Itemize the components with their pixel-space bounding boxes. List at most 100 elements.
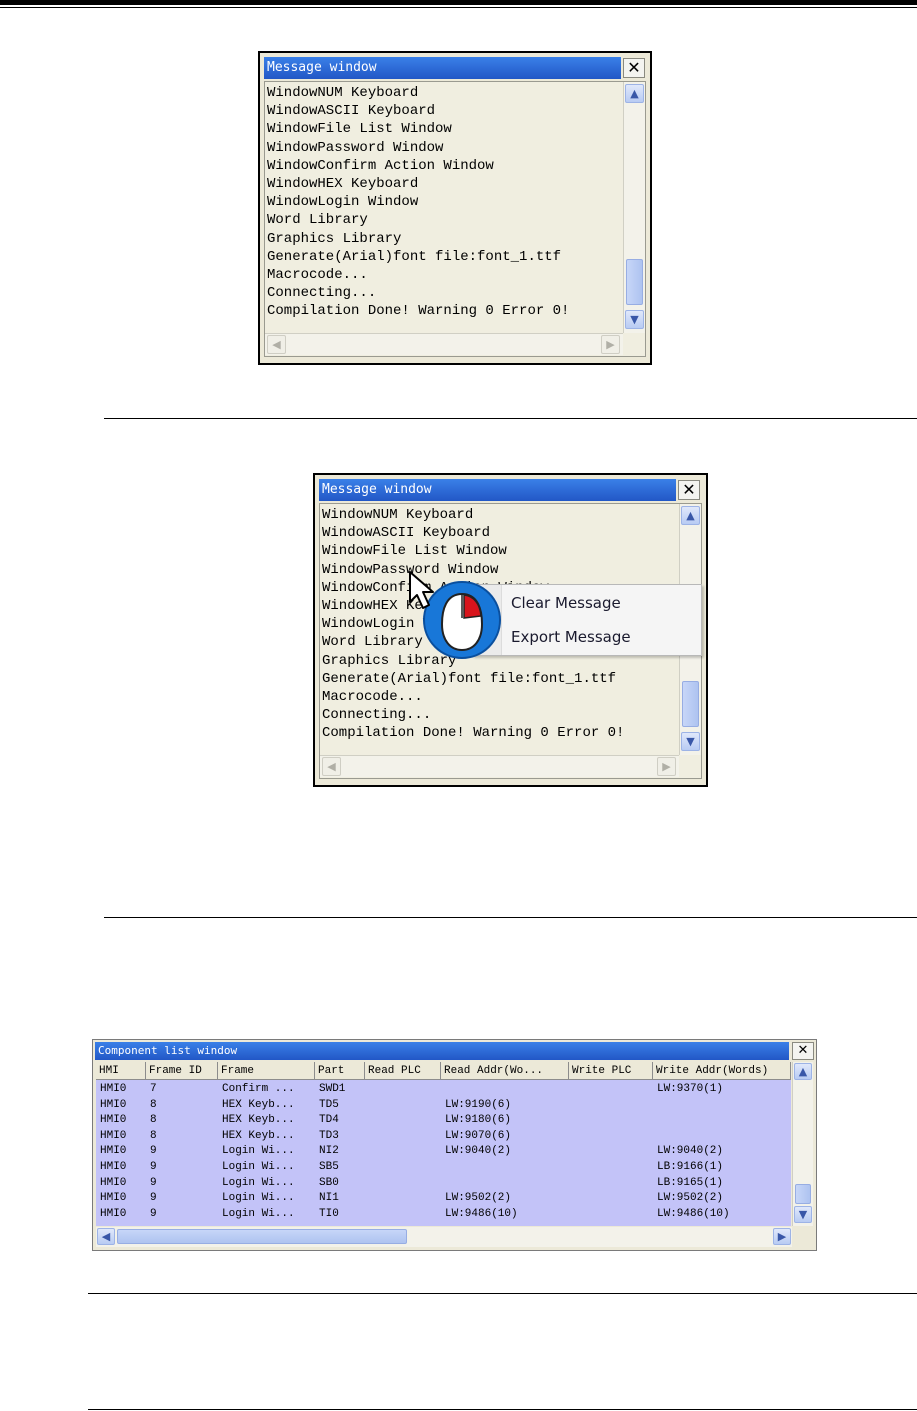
header-rule-thin: [0, 7, 917, 8]
table-cell: HMI0: [100, 1207, 127, 1220]
column-header[interactable]: Read PLC: [365, 1062, 441, 1080]
column-header[interactable]: Frame ID: [146, 1062, 218, 1080]
table-cell: LW:9180(6): [445, 1114, 512, 1127]
column-header[interactable]: Frame: [218, 1062, 315, 1080]
message-line: WindowASCII Keyboard: [267, 103, 436, 120]
scroll-right-button[interactable]: ▶: [657, 757, 676, 776]
chevron-left-icon: ◀: [101, 1230, 111, 1243]
clear-message-menu-item[interactable]: Clear Message: [511, 594, 621, 612]
column-header[interactable]: Write Addr(Words): [653, 1062, 791, 1080]
message-line: WindowFile List Window: [322, 543, 507, 560]
table-cell: 9: [150, 1176, 157, 1189]
grid-header: HMI Frame ID Frame Part Read PLC Read Addr(Wo…: [96, 1062, 791, 1080]
table-cell: HEX Keyb...: [222, 1114, 295, 1127]
section-divider-1: [104, 418, 917, 419]
table-cell: LW:9070(6): [445, 1129, 512, 1142]
scroll-thumb[interactable]: [117, 1229, 407, 1244]
scroll-up-button[interactable]: ▲: [681, 506, 700, 525]
table-cell: SB0: [319, 1176, 339, 1189]
scroll-thumb[interactable]: [795, 1184, 811, 1204]
table-cell: HMI0: [100, 1145, 127, 1158]
mouse-right-click-icon: [409, 571, 501, 659]
horizontal-scrollbar[interactable]: ◀ ▶: [320, 755, 679, 777]
chevron-down-icon: ▼: [686, 735, 695, 748]
scroll-down-button[interactable]: ▼: [681, 732, 700, 751]
scroll-left-button[interactable]: ◀: [97, 1228, 115, 1245]
table-cell: 9: [150, 1192, 157, 1205]
table-row[interactable]: HMI0 9 Login Wi... NI2 LW:9040(2) LW:9040(2): [96, 1144, 791, 1160]
table-cell: 9: [150, 1207, 157, 1220]
table-cell: LW:9190(6): [445, 1098, 512, 1111]
close-icon: ✕: [682, 480, 696, 499]
table-cell: HMI0: [100, 1192, 127, 1205]
table-cell: LB:9165(1): [657, 1176, 724, 1189]
table-row[interactable]: HMI0 9 Login Wi... TI0 LW:9486(10) LW:9486(10…: [96, 1207, 791, 1223]
table-cell: LW:9486(10): [445, 1207, 518, 1220]
scroll-right-button[interactable]: ▶: [601, 335, 620, 354]
section-divider-3: [88, 1293, 917, 1294]
message-line: WindowASCII Keyboard: [322, 525, 491, 542]
table-cell: Login Wi...: [222, 1145, 295, 1158]
component-grid[interactable]: HMI Frame ID Frame Part Read PLC Read Addr(Wo…: [96, 1062, 791, 1226]
chevron-down-icon: ▼: [798, 1208, 808, 1221]
table-cell: NI1: [319, 1192, 339, 1205]
scroll-left-button[interactable]: ◀: [322, 757, 341, 776]
chevron-up-icon: ▲: [686, 509, 695, 522]
scroll-up-button[interactable]: ▲: [794, 1063, 812, 1080]
section-divider-4: [88, 1409, 917, 1410]
table-row[interactable]: HMI0 9 Login Wi... SB0 LB:9165(1): [96, 1176, 791, 1192]
vertical-scrollbar[interactable]: ▲ ▼: [623, 82, 645, 333]
message-line: WindowLogin Window: [267, 194, 419, 211]
scroll-right-button[interactable]: ▶: [773, 1228, 791, 1245]
column-header[interactable]: Part: [315, 1062, 365, 1080]
message-line: Generate(Arial)font file:font_1.ttf: [322, 670, 617, 687]
column-header[interactable]: HMI: [96, 1062, 146, 1080]
table-cell: 8: [150, 1114, 157, 1127]
message-line: WindowConfirm Action Window: [267, 157, 494, 174]
component-list-window: Component list window ✕ HMI Frame ID Frame…: [92, 1039, 817, 1251]
scroll-thumb[interactable]: [682, 681, 699, 727]
table-cell: LW:9040(2): [657, 1145, 724, 1158]
horizontal-scrollbar[interactable]: ◀ ▶: [265, 333, 623, 355]
message-line: WindowNUM Keyboard: [267, 85, 419, 101]
table-cell: Confirm ...: [222, 1083, 295, 1095]
message-list[interactable]: WindowNUM Keyboard WindowASCII Keyboard Wi…: [264, 81, 646, 357]
chevron-right-icon: ▶: [606, 338, 615, 351]
header-rule-thick: [0, 0, 917, 5]
column-header[interactable]: Read Addr(Wo...: [441, 1062, 569, 1080]
table-cell: 9: [150, 1161, 157, 1173]
close-button[interactable]: ✕: [792, 1042, 814, 1060]
message-line: WindowHEX Keyboard: [267, 176, 419, 193]
table-cell: HMI0: [100, 1176, 127, 1189]
table-cell: HMI0: [100, 1114, 127, 1127]
table-cell: HEX Keyb...: [222, 1129, 295, 1142]
table-row[interactable]: HMI0 9 Login Wi... NI1 LW:9502(2) LW:9502(2): [96, 1191, 791, 1207]
export-message-menu-item[interactable]: Export Message: [511, 628, 631, 646]
message-window-title: Message window: [319, 479, 676, 501]
horizontal-scrollbar[interactable]: ◀ ▶: [96, 1227, 792, 1247]
table-cell: HMI0: [100, 1083, 127, 1095]
table-row[interactable]: HMI0 7 Confirm ... SWD1 LW:9370(1): [96, 1082, 791, 1098]
table-row[interactable]: HMI0 8 HEX Keyb... TD4 LW:9180(6): [96, 1113, 791, 1129]
message-line: Connecting...: [322, 707, 432, 724]
scroll-down-button[interactable]: ▼: [794, 1206, 812, 1223]
vertical-scrollbar[interactable]: ▲ ▼: [792, 1062, 813, 1226]
scroll-thumb[interactable]: [626, 259, 643, 305]
chevron-up-icon: ▲: [630, 87, 639, 100]
close-button[interactable]: ✕: [678, 480, 700, 500]
scroll-up-button[interactable]: ▲: [625, 84, 644, 103]
close-icon: ✕: [627, 58, 641, 77]
column-header[interactable]: Write PLC: [569, 1062, 653, 1080]
component-list-title: Component list window: [95, 1042, 789, 1060]
table-row[interactable]: HMI0 9 Login Wi... SB5 LB:9166(1): [96, 1160, 791, 1176]
message-window-1: Message window ✕ WindowNUM Keyboard Windo…: [258, 51, 652, 365]
table-row[interactable]: HMI0 8 HEX Keyb... TD5 LW:9190(6): [96, 1098, 791, 1114]
table-row[interactable]: HMI0 8 HEX Keyb... TD3 LW:9070(6): [96, 1129, 791, 1145]
scroll-left-button[interactable]: ◀: [267, 335, 286, 354]
close-button[interactable]: ✕: [623, 58, 645, 78]
message-lines-1: WindowNUM Keyboard WindowASCII Keyboard Wi…: [267, 84, 569, 321]
table-cell: HEX Keyb...: [222, 1098, 295, 1111]
table-cell: HMI0: [100, 1161, 127, 1173]
table-cell: NI2: [319, 1145, 339, 1158]
scroll-down-button[interactable]: ▼: [625, 310, 644, 329]
